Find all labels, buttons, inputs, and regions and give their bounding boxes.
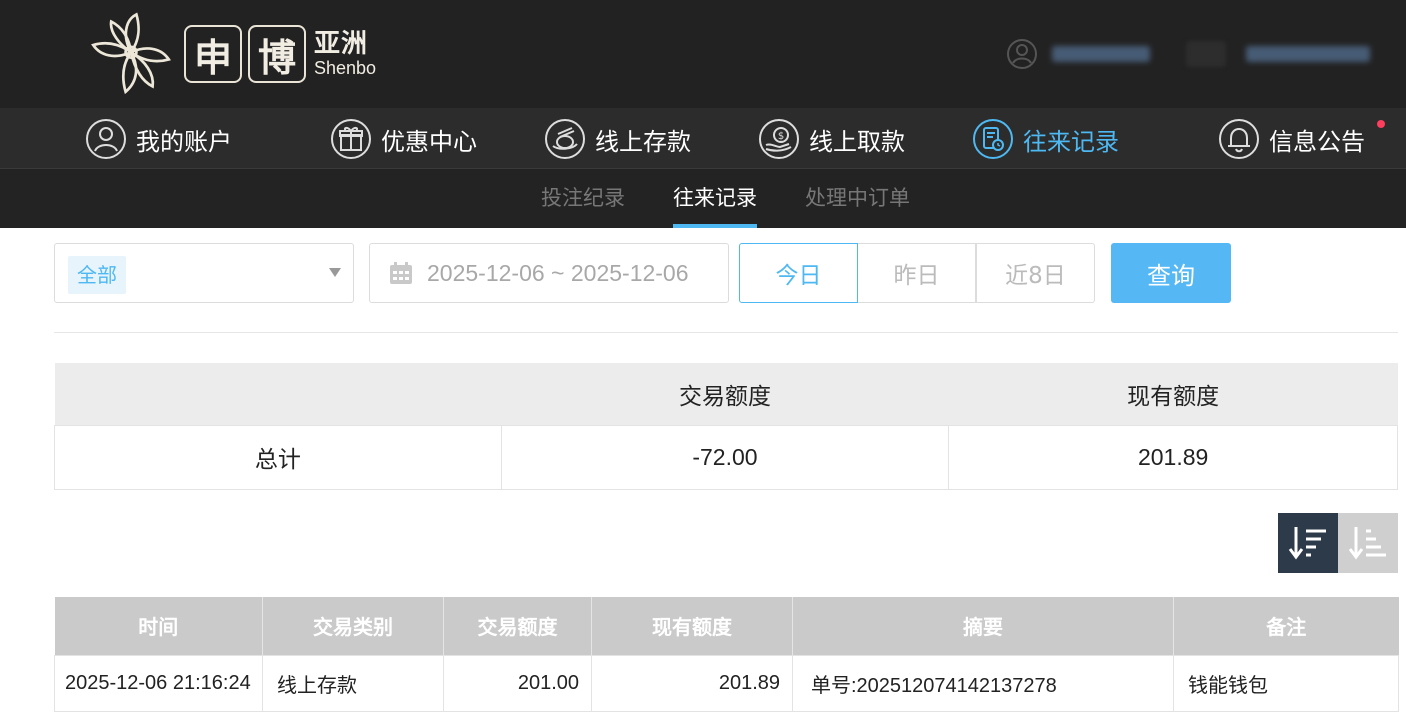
transaction-type-select[interactable]: 全部 (54, 243, 354, 303)
tab-bet-records[interactable]: 投注纪录 (541, 169, 625, 228)
logo-text: 亚洲 Shenbo (314, 31, 376, 77)
summary-table: 交易额度 现有额度 总计 -72.00 201.89 (54, 363, 1398, 490)
divider (54, 332, 1398, 333)
nav-label: 优惠中心 (381, 127, 477, 156)
account-icon (86, 119, 126, 159)
cell-note: 钱能钱包 (1173, 654, 1399, 712)
dropdown-arrow-icon (329, 268, 341, 277)
records-header-row: 时间 交易类别 交易额度 现有额度 摘要 备注 (54, 597, 1399, 655)
nav-label: 线上存款 (595, 127, 691, 156)
summary-header-blank (54, 363, 502, 425)
svg-text:$: $ (778, 131, 784, 142)
cell-type: 线上存款 (262, 654, 444, 712)
sort-ascending-button[interactable] (1338, 513, 1398, 573)
notification-dot (1377, 120, 1385, 128)
column-header-note: 备注 (1173, 597, 1399, 655)
logo-en-text: Shenbo (314, 58, 377, 78)
sort-ascending-icon (1348, 527, 1386, 560)
date-range-picker[interactable]: 2025-12-06 ~ 2025-12-06 (369, 243, 729, 303)
selected-type-tag[interactable]: 全部 (68, 256, 126, 294)
bell-icon (1219, 119, 1259, 159)
column-header-type: 交易类别 (262, 597, 444, 655)
summary-total-amount: -72.00 (500, 424, 950, 490)
calendar-icon (390, 262, 412, 284)
cell-amount: 201.00 (443, 654, 592, 712)
table-row: 2025-12-06 21:16:24 线上存款 201.00 201.89 单… (54, 654, 1399, 712)
brand-logo[interactable]: 申 博 亚洲 Shenbo (84, 8, 376, 100)
nav-transaction-records[interactable]: 往来记录 (972, 118, 1119, 160)
summary-header-amount: 交易额度 (501, 363, 949, 425)
column-header-summary: 摘要 (792, 597, 1174, 655)
main-nav: 我的账户 优惠中心 线上存款 $ 线上取款 往来记录 信息公告 (0, 108, 1406, 169)
logo-cn-text: 亚洲 (314, 29, 369, 59)
nav-label: 线上取款 (809, 127, 905, 156)
tab-pending-orders[interactable]: 处理中订单 (805, 169, 910, 228)
summary-header-row: 交易额度 现有额度 (54, 363, 1398, 425)
quick-today-button[interactable]: 今日 (739, 243, 858, 303)
cell-summary: 单号:202512074142137278 (792, 654, 1174, 712)
sort-descending-button[interactable] (1278, 513, 1338, 573)
nav-promotions[interactable]: 优惠中心 (330, 118, 477, 160)
column-header-balance: 现有额度 (591, 597, 793, 655)
balance-blurred (1246, 46, 1370, 62)
column-header-amount: 交易额度 (443, 597, 592, 655)
sub-nav: 投注纪录 往来记录 处理中订单 (0, 169, 1406, 228)
user-icon (1007, 39, 1037, 69)
logo-char-1: 申 (184, 25, 242, 83)
balance-area[interactable] (1186, 34, 1370, 74)
logo-char-2: 博 (248, 25, 306, 83)
cell-balance: 201.89 (591, 654, 793, 712)
flower-logo-icon (91, 12, 171, 95)
wallet-icon (1186, 41, 1226, 67)
column-header-time: 时间 (54, 597, 263, 655)
username-blurred (1052, 46, 1150, 62)
nav-label: 信息公告 (1269, 127, 1365, 156)
summary-total-balance: 201.89 (948, 424, 1398, 490)
withdraw-icon: $ (759, 119, 799, 159)
nav-online-deposit[interactable]: 线上存款 (544, 118, 691, 160)
gift-icon (331, 119, 371, 159)
deposit-icon (545, 119, 585, 159)
sort-descending-icon (1288, 527, 1326, 560)
user-account-area[interactable] (1006, 34, 1150, 74)
quick-last-8-days-button[interactable]: 近8日 (976, 243, 1095, 303)
nav-label: 我的账户 (136, 127, 232, 156)
query-button[interactable]: 查询 (1111, 243, 1231, 303)
summary-total-row: 总计 -72.00 201.89 (54, 424, 1398, 490)
nav-label: 往来记录 (1023, 127, 1119, 156)
quick-yesterday-button[interactable]: 昨日 (857, 243, 976, 303)
cell-time: 2025-12-06 21:16:24 (54, 654, 263, 712)
records-table: 时间 交易类别 交易额度 现有额度 摘要 备注 2025-12-06 21:16… (54, 597, 1399, 712)
summary-header-balance: 现有额度 (948, 363, 1398, 425)
nav-online-withdraw[interactable]: $ 线上取款 (758, 118, 905, 160)
tab-transaction-records[interactable]: 往来记录 (673, 169, 757, 228)
nav-my-account[interactable]: 我的账户 (85, 118, 232, 160)
date-range-value: 2025-12-06 ~ 2025-12-06 (427, 259, 689, 286)
records-icon (973, 119, 1013, 159)
nav-announcements[interactable]: 信息公告 (1218, 118, 1385, 160)
summary-total-label: 总计 (54, 424, 502, 490)
top-header: 申 博 亚洲 Shenbo (0, 0, 1406, 108)
